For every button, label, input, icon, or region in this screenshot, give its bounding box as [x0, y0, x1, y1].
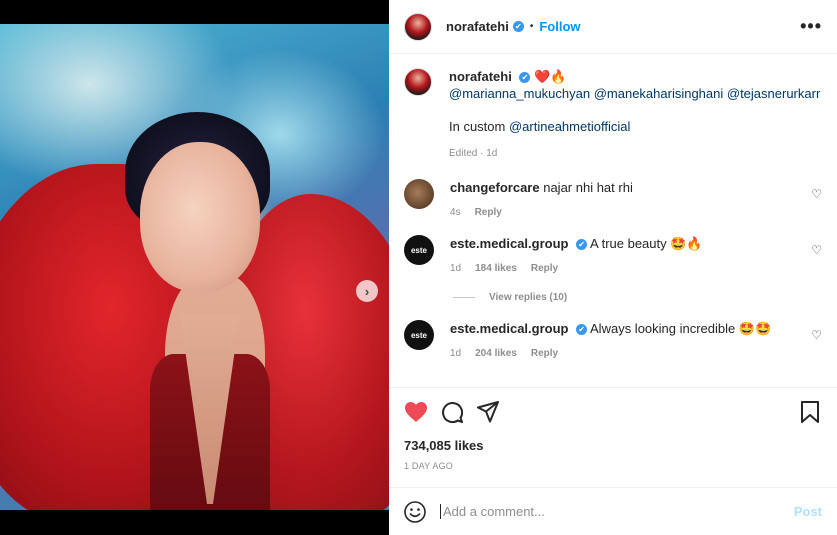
commenter-username[interactable]: changeforcare: [450, 180, 540, 195]
reply-button[interactable]: Reply: [531, 263, 558, 274]
commenter-username[interactable]: este.medical.group: [450, 236, 568, 251]
author-avatar[interactable]: [404, 12, 432, 41]
replies-divider: [453, 297, 475, 298]
comment-text: Always looking incredible 🤩🤩: [590, 321, 772, 336]
share-icon[interactable]: [476, 400, 500, 424]
author-username[interactable]: norafatehi: [446, 19, 509, 34]
caption-avatar[interactable]: [404, 68, 432, 96]
post-photo[interactable]: ›: [0, 24, 389, 510]
like-heart-icon[interactable]: [404, 400, 428, 424]
verified-icon: ✔: [576, 324, 588, 336]
post-time-ago[interactable]: 1 DAY AGO: [404, 461, 822, 471]
post-modal: › norafatehi ✔ • Follow ••• norafatehi ✔…: [0, 0, 837, 535]
comment-input[interactable]: [440, 504, 794, 519]
verified-icon: ✔: [576, 239, 588, 251]
post-caption: norafatehi ✔ ❤️🔥 @marianna_mukuchyan @ma…: [404, 68, 822, 162]
comment-likes[interactable]: 184 likes: [475, 263, 517, 274]
caption-custom-mention[interactable]: @artineahmetiofficial: [509, 119, 630, 134]
more-options-icon[interactable]: •••: [800, 16, 822, 37]
comment-like-icon[interactable]: ♡: [811, 243, 822, 257]
emoji-smiley-icon[interactable]: [404, 500, 426, 523]
caption-meta: Edited · 1d: [449, 148, 498, 159]
bookmark-icon[interactable]: [798, 400, 822, 424]
separator-dot: •: [529, 21, 534, 32]
comment-icon[interactable]: [440, 400, 464, 424]
comment-likes[interactable]: 204 likes: [475, 348, 517, 359]
comment-text: A true beauty 🤩🔥: [590, 236, 703, 251]
caption-body: norafatehi ✔ ❤️🔥 @marianna_mukuchyan @ma…: [449, 68, 820, 162]
caption-custom-text: In custom: [449, 119, 506, 134]
comment-item: este este.medical.group ✔ Always looking…: [404, 320, 822, 359]
post-header: norafatehi ✔ • Follow •••: [389, 0, 837, 54]
comment-item: changeforcare najar nhi hat rhi 4s Reply…: [404, 179, 822, 218]
comment-like-icon[interactable]: ♡: [811, 328, 822, 342]
comment-time[interactable]: 4s: [450, 207, 461, 218]
post-actions: 734,085 likes 1 DAY AGO: [389, 387, 837, 487]
comment-text: najar nhi hat rhi: [543, 180, 633, 195]
view-replies-label[interactable]: View replies (10): [489, 292, 567, 303]
comment-like-icon[interactable]: ♡: [811, 187, 822, 201]
caption-mentions[interactable]: @marianna_mukuchyan @manekaharisinghani …: [449, 85, 820, 102]
comment-item: este este.medical.group ✔ A true beauty …: [404, 235, 822, 274]
caption-emojis: ❤️🔥: [534, 69, 567, 84]
reply-button[interactable]: Reply: [475, 207, 502, 218]
action-icons: [404, 400, 822, 424]
comments-list[interactable]: norafatehi ✔ ❤️🔥 @marianna_mukuchyan @ma…: [389, 54, 837, 387]
comment-time[interactable]: 1d: [450, 348, 461, 359]
commenter-avatar[interactable]: este: [404, 235, 434, 265]
commenter-avatar[interactable]: este: [404, 320, 434, 350]
comment-time[interactable]: 1d: [450, 263, 461, 274]
carousel-next-button[interactable]: ›: [356, 280, 378, 302]
view-replies-button[interactable]: View replies (10): [453, 292, 822, 303]
caption-username[interactable]: norafatehi: [449, 69, 512, 84]
reply-button[interactable]: Reply: [531, 348, 558, 359]
commenter-avatar[interactable]: [404, 179, 434, 209]
photo-face: [140, 142, 260, 292]
commenter-username[interactable]: este.medical.group: [450, 321, 568, 336]
post-comment-button[interactable]: Post: [794, 504, 822, 519]
likes-count[interactable]: 734,085 likes: [404, 438, 822, 453]
follow-button[interactable]: Follow: [539, 19, 580, 34]
add-comment-bar: Post: [389, 487, 837, 535]
verified-icon: ✔: [512, 21, 524, 32]
post-details-panel: norafatehi ✔ • Follow ••• norafatehi ✔ ❤…: [389, 0, 837, 535]
verified-icon: ✔: [519, 72, 531, 84]
